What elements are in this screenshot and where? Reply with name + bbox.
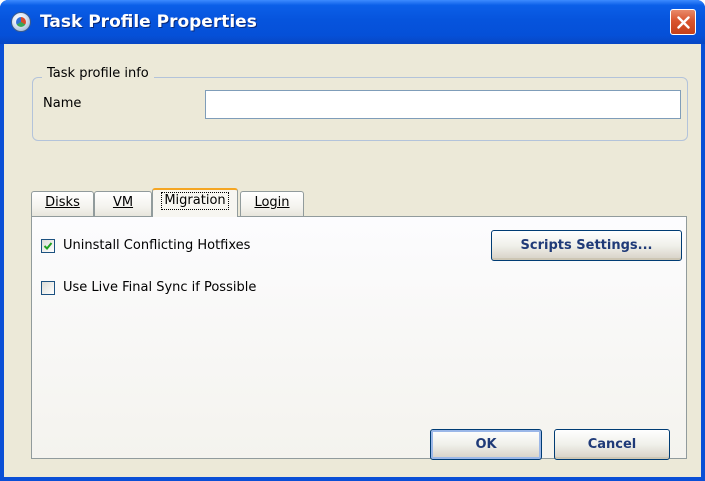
tab-login-label: Login: [254, 195, 290, 210]
window-title: Task Profile Properties: [40, 12, 257, 32]
uninstall-hotfixes-checkbox[interactable]: [41, 239, 55, 253]
cancel-button[interactable]: Cancel: [554, 429, 670, 460]
tab-migration-label: Migration: [161, 192, 229, 210]
name-input[interactable]: [205, 90, 681, 119]
tab-vm-label: VM: [112, 195, 134, 210]
scripts-settings-button[interactable]: Scripts Settings...: [491, 230, 682, 261]
tab-login[interactable]: Login: [240, 191, 304, 217]
live-final-sync-checkbox[interactable]: [41, 281, 55, 295]
name-label: Name: [43, 96, 82, 111]
title-bar[interactable]: Task Profile Properties: [0, 0, 705, 44]
migration-tab-panel: Uninstall Conflicting Hotfixes Use Live …: [31, 216, 687, 459]
checkmark-icon: [43, 242, 53, 250]
tab-disks[interactable]: Disks: [31, 191, 94, 217]
tab-disks-label: Disks: [45, 195, 80, 210]
uninstall-hotfixes-label[interactable]: Uninstall Conflicting Hotfixes: [63, 238, 250, 253]
close-icon: [677, 16, 690, 29]
tab-migration[interactable]: Migration: [152, 188, 238, 217]
ok-button[interactable]: OK: [430, 429, 542, 460]
live-final-sync-label[interactable]: Use Live Final Sync if Possible: [63, 280, 256, 295]
tab-vm[interactable]: VM: [94, 191, 152, 217]
group-legend: Task profile info: [42, 66, 154, 81]
dialog-body: Task profile info Name Disks VM Migratio…: [4, 44, 701, 477]
dialog-window: Task Profile Properties Task profile inf…: [0, 0, 705, 481]
close-button[interactable]: [670, 9, 696, 35]
app-globe-icon: [11, 12, 31, 32]
